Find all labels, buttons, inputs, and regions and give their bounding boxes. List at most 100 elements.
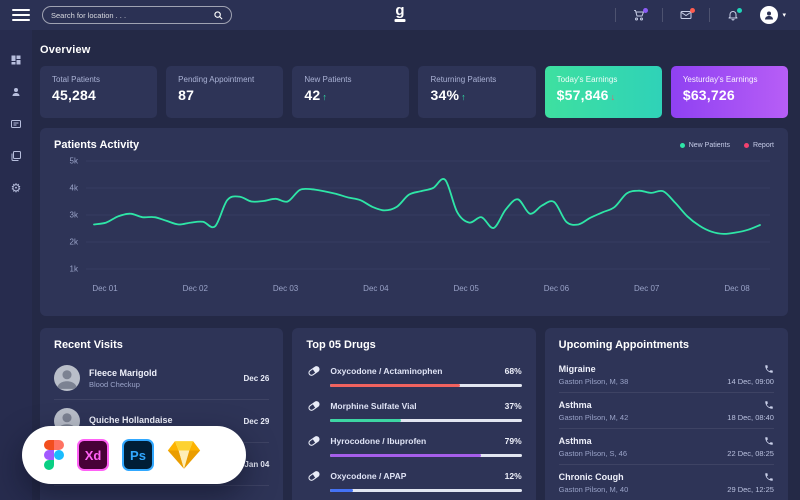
appointment-time: 22 Dec, 08:25 (727, 449, 774, 458)
drug-row: Oxycodone / Actaminophen 68% (306, 363, 521, 387)
svg-text:Dec 01: Dec 01 (92, 284, 118, 293)
sidebar: ⚙ (0, 30, 32, 500)
stat-value: 45,284 (52, 87, 145, 103)
panel-title: Top 05 Drugs (306, 339, 521, 351)
progress-fill (330, 419, 401, 422)
topbar: g (0, 0, 800, 30)
sidebar-item-dashboard[interactable] (0, 44, 32, 76)
legend-new-patients[interactable]: New Patients (680, 142, 730, 149)
drug-percent: 37% (505, 401, 522, 411)
svg-text:Dec 07: Dec 07 (634, 284, 660, 293)
drug-percent: 12% (505, 471, 522, 481)
search-bar[interactable] (42, 6, 232, 24)
appointment-row[interactable]: Asthma Gaston Pilson, S, 46 22 Dec, 08:2… (559, 429, 774, 465)
phone-call-icon[interactable] (764, 472, 774, 482)
notifications-badge (737, 8, 742, 13)
svg-text:Dec 05: Dec 05 (453, 284, 479, 293)
dashboard-icon (10, 54, 22, 66)
hamburger-menu-icon[interactable] (12, 6, 30, 24)
stat-cards: Total Patients 45,284 Pending Appointmen… (40, 66, 788, 118)
copy-pages-icon (10, 150, 22, 162)
stat-label: New Patients (304, 75, 397, 84)
visit-name: Fleece Marigold (89, 368, 244, 378)
appointment-patient: Gaston Pilson, M, 42 (559, 413, 629, 422)
person-icon (763, 9, 775, 21)
notifications-button[interactable] (710, 0, 756, 30)
figma-app-icon[interactable] (44, 440, 64, 470)
photoshop-app-icon[interactable]: Ps (122, 439, 154, 471)
sidebar-item-patients[interactable] (0, 76, 32, 108)
pill-icon (306, 468, 322, 484)
search-input[interactable] (51, 11, 214, 20)
appointment-row[interactable]: Asthma Gaston Pilson, M, 42 18 Dec, 08:4… (559, 393, 774, 429)
stat-value: 87 (178, 87, 271, 103)
visit-date: Dec 26 (244, 374, 270, 383)
appointment-time: 18 Dec, 08:40 (727, 413, 774, 422)
phone-call-icon[interactable] (764, 364, 774, 374)
drug-percent: 68% (505, 366, 522, 376)
patient-icon (10, 86, 22, 98)
svg-text:1k: 1k (70, 265, 79, 274)
stat-card-returning-patients: Returning Patients 34%↑ (418, 66, 535, 118)
svg-text:Dec 06: Dec 06 (544, 284, 570, 293)
visit-date: Dec 29 (244, 417, 270, 426)
svg-text:Dec 08: Dec 08 (724, 284, 750, 293)
svg-text:Dec 03: Dec 03 (273, 284, 299, 293)
stat-card-total-patients: Total Patients 45,284 (40, 66, 157, 118)
stat-label: Yesturday's Earnings (683, 75, 776, 84)
phone-call-icon[interactable] (764, 436, 774, 446)
logo-letter: g (395, 3, 406, 18)
stat-card-yesterdays-earnings: Yesturday's Earnings $63,726 (671, 66, 788, 118)
stat-card-new-patients: New Patients 42↑ (292, 66, 409, 118)
up-arrow-icon: ↑ (322, 92, 327, 102)
panel-title: Recent Visits (54, 339, 269, 351)
person-icon (54, 365, 80, 391)
up-arrow-icon: ↑ (461, 92, 466, 102)
sketch-app-icon[interactable] (167, 440, 201, 470)
stat-label: Total Patients (52, 75, 145, 84)
appointments-panel: Upcoming Appointments Migraine Gaston Pi… (545, 328, 788, 500)
avatar (760, 6, 778, 24)
phone-call-icon[interactable] (764, 400, 774, 410)
sidebar-item-records[interactable] (0, 108, 32, 140)
stat-value: 42↑ (304, 87, 397, 103)
drug-name: Oxycodone / APAP (330, 471, 504, 481)
pill-icon (306, 433, 322, 449)
ps-label: Ps (130, 448, 146, 463)
logo-underline (395, 19, 406, 22)
chart-title: Patients Activity (54, 139, 139, 151)
appointment-patient: Gaston Pilson, M, 38 (559, 377, 629, 386)
drug-row: Hyrocodone / Ibuprofen 79% (306, 433, 521, 457)
appointment-condition: Asthma (559, 400, 592, 410)
appointment-row[interactable]: Migraine Gaston Pilson, M, 38 14 Dec, 09… (559, 357, 774, 393)
messages-badge (690, 8, 695, 13)
appointment-condition: Migraine (559, 364, 596, 374)
patients-activity-chart: 1k2k3k4k5kDec 01Dec 02Dec 03Dec 04Dec 05… (54, 153, 774, 301)
legend-report[interactable]: Report (744, 142, 774, 149)
svg-text:4k: 4k (70, 184, 79, 193)
progress-track (330, 419, 521, 422)
pill-icon (306, 363, 322, 379)
messages-button[interactable] (663, 0, 709, 30)
visit-row[interactable]: Fleece Marigold Blood Checkup Dec 26 (54, 357, 269, 400)
legend-dot (744, 143, 749, 148)
appointment-row[interactable]: Chronic Cough Gaston Pilson, M, 40 29 De… (559, 465, 774, 500)
legend-label: Report (753, 142, 774, 149)
progress-fill (330, 489, 353, 492)
pill-icon (306, 398, 322, 414)
chevron-down-icon: ▾ (782, 11, 786, 19)
progress-fill (330, 384, 460, 387)
visit-date: Jan 04 (244, 460, 269, 469)
appointment-time: 29 Dec, 12:25 (727, 485, 774, 494)
sidebar-item-reports[interactable] (0, 140, 32, 172)
progress-track (330, 489, 521, 492)
user-menu[interactable]: ▾ (760, 6, 786, 24)
sidebar-item-settings[interactable]: ⚙ (0, 172, 32, 204)
appointment-condition: Chronic Cough (559, 472, 624, 482)
search-icon (214, 11, 223, 20)
cart-button[interactable] (616, 0, 662, 30)
page-title: Overview (40, 44, 788, 56)
stat-label: Returning Patients (430, 75, 523, 84)
adobe-xd-app-icon[interactable]: Xd (77, 439, 109, 471)
gear-icon: ⚙ (11, 182, 22, 194)
